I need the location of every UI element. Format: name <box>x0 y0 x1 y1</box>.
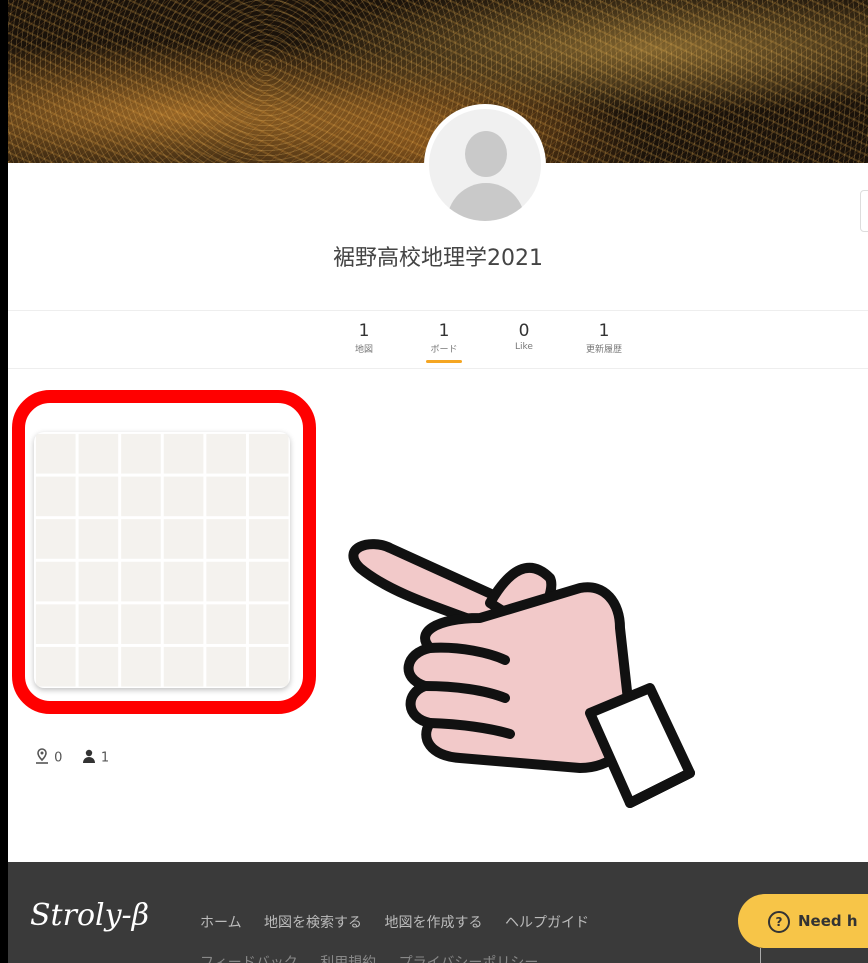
tab-likes-count: 0 <box>518 321 530 341</box>
tab-history[interactable]: 1 更新履歴 <box>574 322 634 355</box>
need-help-button[interactable]: ? Need h <box>738 894 868 948</box>
footer-nav: ホーム 地図を検索する 地図を作成する ヘルプガイド <box>200 912 607 932</box>
tab-boards[interactable]: 1 ボード <box>414 321 474 363</box>
avatar-head-shape <box>465 131 507 177</box>
footer-link-privacy[interactable]: プライバシーポリシー <box>399 955 539 963</box>
profile-name: 裾野高校地理学2021 <box>333 246 543 271</box>
footer-nav-secondary: フィードバック 利用規約 プライバシーポリシー <box>200 952 556 963</box>
avatar-body-shape <box>447 183 525 221</box>
need-help-label: Need h <box>798 912 858 930</box>
divider <box>8 310 868 311</box>
board-card-meta: 0 1 <box>34 748 109 768</box>
footer-link-search[interactable]: 地図を検索する <box>264 915 362 931</box>
profile-page: 裾野高校地理学2021 1 地図 1 ボード 0 Like 1 更新履歴 0 1… <box>8 0 868 963</box>
map-pin-person-icon <box>34 748 54 768</box>
footer-link-feedback[interactable]: フィードバック <box>200 955 298 963</box>
tab-maps-count: 1 <box>358 321 370 341</box>
follow-button[interactable] <box>860 190 868 232</box>
highlight-frame <box>12 390 316 714</box>
question-circle-icon: ? <box>768 910 790 933</box>
footer-separator <box>760 948 761 963</box>
site-footer: Stroly-β ホーム 地図を検索する 地図を作成する ヘルプガイド フィード… <box>8 862 868 963</box>
tab-history-label: 更新履歴 <box>585 345 622 355</box>
person-icon <box>81 749 101 768</box>
footer-link-help[interactable]: ヘルプガイド <box>505 915 589 931</box>
tab-boards-count: 1 <box>438 321 450 341</box>
footer-link-home[interactable]: ホーム <box>200 915 242 931</box>
tab-boards-label: ボード <box>430 345 458 355</box>
footer-link-create[interactable]: 地図を作成する <box>385 915 483 931</box>
divider <box>8 368 868 369</box>
board-pin-count: 0 <box>54 750 63 766</box>
tab-maps-label: 地図 <box>354 345 373 355</box>
board-member-count: 1 <box>100 750 110 766</box>
tab-history-count: 1 <box>598 321 610 341</box>
avatar[interactable] <box>424 104 546 226</box>
tab-likes[interactable]: 0 Like <box>494 322 554 352</box>
tab-maps[interactable]: 1 地図 <box>334 322 394 355</box>
footer-logo[interactable]: Stroly-β <box>30 898 149 933</box>
footer-link-terms[interactable]: 利用規約 <box>320 955 376 963</box>
pointing-hand-icon <box>330 528 710 832</box>
tab-likes-label: Like <box>515 342 533 352</box>
